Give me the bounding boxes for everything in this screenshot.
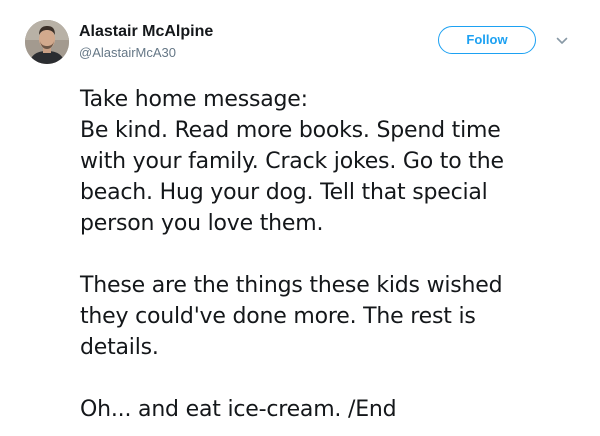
tweet-paragraph: Take home message: Be kind. Read more bo… bbox=[80, 84, 580, 239]
text-line: person you love them. bbox=[80, 211, 324, 236]
text-line: Take home message: bbox=[80, 87, 308, 112]
user-info: Alastair McAlpine @AlastairMcA30 bbox=[79, 22, 213, 61]
text-line: These are the things these kids wished bbox=[80, 273, 503, 298]
tweet-header: Alastair McAlpine @AlastairMcA30 Follow bbox=[25, 20, 585, 70]
tweet-paragraph: Oh... and eat ice-cream. /End bbox=[80, 394, 580, 425]
text-line: beach. Hug your dog. Tell that special bbox=[80, 180, 488, 205]
avatar-photo-icon bbox=[25, 20, 69, 64]
text-line: they could've done more. The rest is bbox=[80, 304, 476, 329]
chevron-down-icon[interactable] bbox=[555, 34, 569, 48]
display-name[interactable]: Alastair McAlpine bbox=[79, 22, 213, 42]
follow-button[interactable]: Follow bbox=[438, 26, 536, 54]
text-line: Be kind. Read more books. Spend time bbox=[80, 118, 501, 143]
text-line: Oh... and eat ice-cream. /End bbox=[80, 397, 397, 422]
tweet-card: Alastair McAlpine @AlastairMcA30 Follow … bbox=[0, 0, 600, 436]
text-line: details. bbox=[80, 335, 159, 360]
tweet-text: Take home message: Be kind. Read more bo… bbox=[80, 84, 580, 425]
avatar[interactable] bbox=[25, 20, 69, 64]
tweet-paragraph: These are the things these kids wished t… bbox=[80, 270, 580, 363]
user-handle[interactable]: @AlastairMcA30 bbox=[79, 45, 213, 61]
text-line: with your family. Crack jokes. Go to the bbox=[80, 149, 504, 174]
